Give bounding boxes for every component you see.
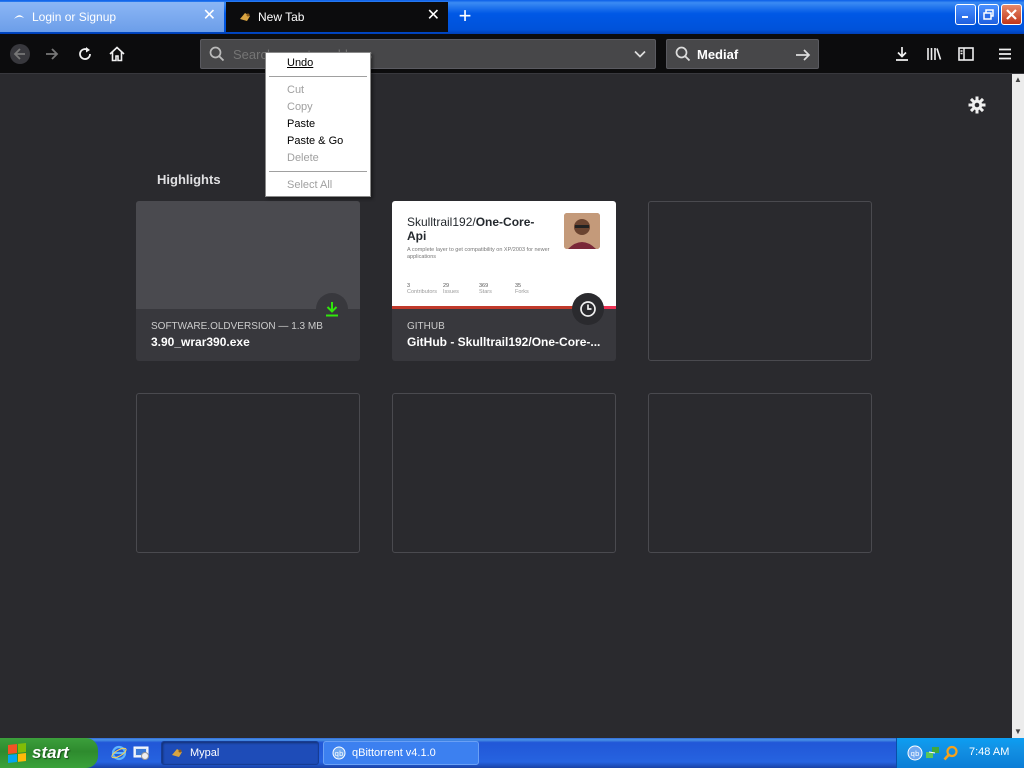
qbittorrent-tray-icon[interactable]: qb <box>907 745 923 761</box>
stat-issues: 29 Issues <box>443 283 459 295</box>
avatar <box>564 213 600 249</box>
task-label: Mypal <box>190 747 220 759</box>
stat-forks: 35 Forks <box>515 283 529 295</box>
navigation-toolbar: Mediaf <box>0 34 1024 74</box>
download-icon <box>326 302 338 317</box>
windows-logo-icon <box>8 743 26 763</box>
new-tab-button[interactable]: + <box>452 4 478 30</box>
search-input[interactable]: Mediaf <box>697 47 738 62</box>
stat-contributors: 3 Contributors <box>407 283 437 295</box>
highlight-card[interactable]: SOFTWARE.OLDVERSION — 1.3 MB 3.90_wrar39… <box>136 201 360 361</box>
menu-separator <box>269 76 367 77</box>
task-label: qBittorrent v4.1.0 <box>352 747 436 759</box>
tab-login-or-signup[interactable]: Login or Signup ✕ <box>0 2 224 32</box>
repo-name: Skulltrail192/One-Core-Api <box>407 215 547 243</box>
menu-item-undo[interactable]: Undo <box>287 56 313 71</box>
site-favicon-icon <box>12 10 26 24</box>
show-desktop-icon[interactable] <box>132 744 150 762</box>
repo-stats: 3 Contributors 29 Issues 369 Stars 35 Forks <box>407 283 535 295</box>
internet-explorer-icon[interactable] <box>110 744 128 762</box>
context-menu: Undo Cut Copy Paste Paste & Go Delete Se… <box>265 52 371 197</box>
search-icon <box>675 46 691 65</box>
card-title: GitHub - Skulltrail192/One-Core-... <box>407 335 601 349</box>
menu-item-cut: Cut <box>287 84 305 96</box>
close-window-button[interactable] <box>1001 4 1022 25</box>
title-bar: Login or Signup ✕ New Tab ✕ + <box>0 0 1024 34</box>
menu-item-copy: Copy <box>287 101 313 113</box>
empty-card-placeholder <box>136 393 360 553</box>
taskbar-button-qbittorrent[interactable]: qb qBittorrent v4.1.0 <box>323 741 479 765</box>
menu-item-select-all: Select All <box>287 179 333 191</box>
tab-label: New Tab <box>258 10 305 24</box>
card-title: 3.90_wrar390.exe <box>151 335 250 349</box>
library-button[interactable] <box>920 40 948 68</box>
scroll-down-arrow-icon[interactable]: ▼ <box>1012 726 1024 738</box>
restore-button[interactable] <box>978 4 999 25</box>
qbittorrent-icon: qb <box>332 746 346 760</box>
clock: 7:48 AM <box>969 746 1010 758</box>
new-tab-page: Highlights SOFTWARE.OLDVERSION — 1.3 MB … <box>0 74 1012 738</box>
tab-close-icon[interactable]: ✕ <box>203 8 216 24</box>
taskbar: start Mypal qb qBittorrent v4.1.0 qb 7:4… <box>0 738 1024 768</box>
search-bar[interactable]: Mediaf <box>666 39 819 69</box>
gear-icon[interactable] <box>966 94 988 116</box>
mypal-icon <box>170 746 184 760</box>
tab-new-tab[interactable]: New Tab ✕ <box>226 2 448 32</box>
minimize-button[interactable] <box>955 4 976 25</box>
arrow-right-icon[interactable] <box>794 46 812 67</box>
menu-button[interactable] <box>991 40 1019 68</box>
tab-close-icon[interactable]: ✕ <box>427 8 440 24</box>
reload-button[interactable] <box>71 40 99 68</box>
menu-item-delete: Delete <box>287 152 319 164</box>
svg-text:qb: qb <box>911 750 920 758</box>
repo-description: A complete layer to get compatibility on… <box>407 247 550 260</box>
downloads-button[interactable] <box>888 40 916 68</box>
repo-owner: Skulltrail192/ <box>407 215 476 229</box>
card-context: SOFTWARE.OLDVERSION — 1.3 MB <box>151 321 323 332</box>
card-context: GITHUB <box>407 321 445 332</box>
home-button[interactable] <box>103 40 131 68</box>
menu-item-paste[interactable]: Paste <box>287 117 315 132</box>
chevron-down-icon[interactable] <box>633 47 647 64</box>
scroll-up-arrow-icon[interactable]: ▲ <box>1012 74 1024 86</box>
history-badge <box>572 293 604 325</box>
empty-card-placeholder <box>648 201 872 361</box>
menu-item-paste-and-go[interactable]: Paste & Go <box>287 134 343 149</box>
section-title-highlights: Highlights <box>157 172 221 187</box>
start-label: start <box>32 743 69 762</box>
network-icon[interactable] <box>925 745 941 761</box>
back-button[interactable] <box>6 40 34 68</box>
search-icon <box>209 46 225 65</box>
svg-text:qb: qb <box>335 750 344 758</box>
mypal-favicon-icon <box>238 10 252 24</box>
tab-label: Login or Signup <box>32 10 117 24</box>
system-tray: qb 7:48 AM <box>896 738 1024 768</box>
empty-card-placeholder <box>648 393 872 553</box>
stat-stars: 369 Stars <box>479 283 492 295</box>
vertical-scrollbar[interactable]: ▲ ▼ <box>1012 74 1024 738</box>
start-button[interactable]: start <box>0 738 98 768</box>
empty-card-placeholder <box>392 393 616 553</box>
taskbar-button-mypal[interactable]: Mypal <box>161 741 319 765</box>
menu-separator <box>269 171 367 172</box>
forward-button[interactable] <box>38 40 66 68</box>
highlight-card[interactable]: Skulltrail192/One-Core-Api A complete la… <box>392 201 616 361</box>
clock-icon <box>580 301 596 317</box>
sidebar-toggle-button[interactable] <box>952 40 980 68</box>
search-tray-icon[interactable] <box>943 745 959 761</box>
